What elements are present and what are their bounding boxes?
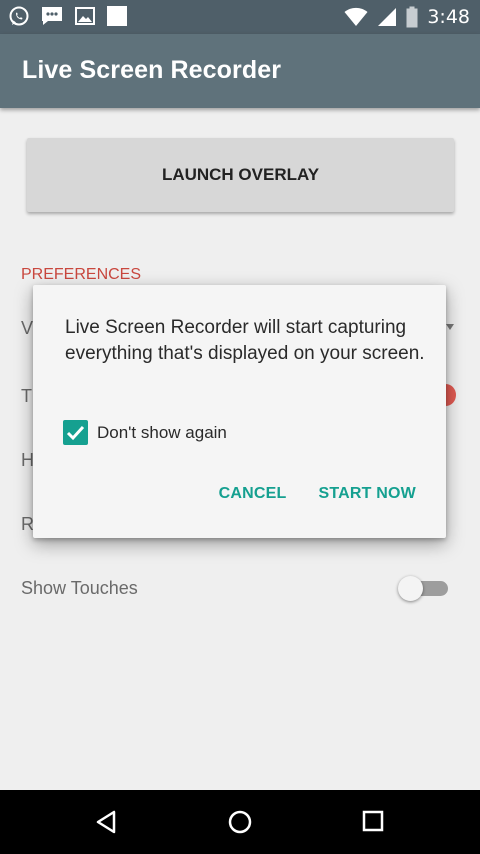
home-icon[interactable] — [227, 809, 253, 835]
system-icons: 3:48 — [344, 4, 470, 30]
dialog-message: Live Screen Recorder will start capturin… — [65, 317, 425, 364]
navigation-bar — [0, 790, 480, 854]
start-now-button[interactable]: START NOW — [319, 485, 417, 503]
back-icon[interactable] — [94, 809, 120, 835]
dont-show-again-label: Don't show again — [97, 422, 227, 442]
message-icon — [42, 7, 62, 25]
capture-permission-dialog: Live Screen Recorder will start capturin… — [33, 285, 446, 538]
checkmark-icon — [66, 425, 85, 440]
clock: 3:48 — [427, 6, 470, 28]
notification-icons — [8, 5, 128, 27]
gallery-icon — [75, 7, 95, 25]
battery-icon — [406, 6, 418, 28]
whatsapp-icon — [9, 6, 29, 26]
blank-notification-icon — [107, 6, 127, 26]
dont-show-again-checkbox-row[interactable]: Don't show again — [63, 420, 227, 445]
app-title: Live Screen Recorder — [22, 56, 282, 84]
dialog-actions: CANCEL START NOW — [219, 485, 416, 503]
app-bar: Live Screen Recorder — [0, 34, 480, 108]
dont-show-again-checkbox[interactable] — [63, 420, 88, 445]
cancel-button[interactable]: CANCEL — [219, 485, 287, 503]
recents-icon[interactable] — [361, 809, 385, 833]
signal-icon — [378, 8, 397, 26]
status-bar: 3:48 — [0, 0, 480, 34]
wifi-icon — [344, 7, 368, 26]
